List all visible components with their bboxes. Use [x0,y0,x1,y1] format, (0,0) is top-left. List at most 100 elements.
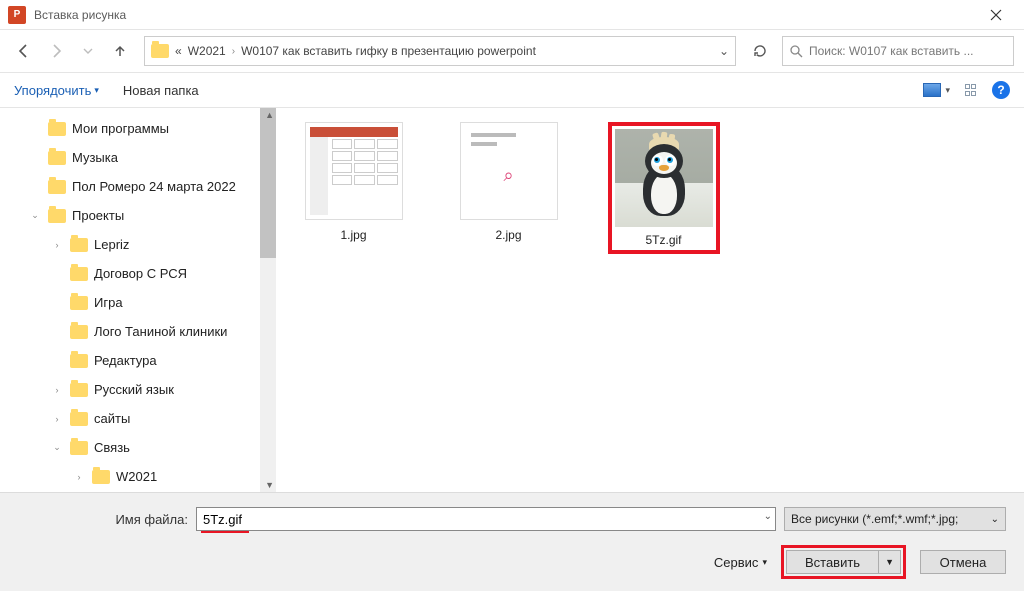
tree-item-label: Проекты [72,208,124,223]
help-button[interactable]: ? [992,81,1010,99]
search-icon [789,44,803,58]
folder-icon [70,238,88,252]
file-item[interactable]: ⌕ 2.jpg [451,122,566,242]
tree-item[interactable]: Лого Таниной клиники [0,317,276,346]
scrollbar-thumb[interactable] [260,108,276,258]
tree-item-label: Lepriz [94,237,129,252]
tree-item-label: Договор С РСЯ [94,266,187,281]
chevron-right-icon[interactable]: › [50,240,64,250]
folder-icon [48,122,66,136]
tree-item-label: Игра [94,295,123,310]
tree-item[interactable]: Редактура [0,346,276,375]
preview-pane-button[interactable] [964,83,978,97]
file-label: 2.jpg [495,228,521,242]
forward-button[interactable] [42,37,70,65]
chevron-down-icon: ⌄ [991,514,999,525]
footer: Имя файла: ⌄ Все рисунки (*.emf;*.wmf;*.… [0,492,1024,591]
chevron-right-icon[interactable]: › [50,385,64,395]
tree-item-label: Связь [94,440,130,455]
filename-label: Имя файла: [18,512,188,527]
tree-item-label: Русский язык [94,382,174,397]
search-placeholder: Поиск: W0107 как вставить ... [809,44,973,58]
file-item[interactable]: 1.jpg [296,122,411,242]
tree-item[interactable]: › W2021 [0,462,276,491]
chevron-down-icon: ▾ [945,85,950,96]
navbar: « W2021 › W0107 как вставить гифку в пре… [0,30,1024,72]
tree-item[interactable]: Мои программы [0,114,276,143]
magnifier-icon: ⌕ [503,165,513,186]
folder-icon [70,383,88,397]
file-label: 1.jpg [340,228,366,242]
chevron-right-icon[interactable]: › [50,414,64,424]
breadcrumb-seg2[interactable]: W0107 как вставить гифку в презентацию p… [241,44,536,58]
scrollbar[interactable]: ▲ ▼ [260,108,276,492]
app-icon: P [8,6,26,24]
file-thumbnail [305,122,403,220]
folder-icon [70,441,88,455]
tree-item[interactable]: Игра [0,288,276,317]
highlight-underline [201,531,249,533]
toolbar: Упорядочить▾ Новая папка ▾ ? [0,72,1024,108]
tree-item[interactable]: ⌄ Связь [0,433,276,462]
folder-icon [70,412,88,426]
folder-icon [70,354,88,368]
up-button[interactable] [106,37,134,65]
folder-icon [151,44,169,58]
back-button[interactable] [10,37,38,65]
chevron-right-icon: › [232,46,235,57]
tree-item-label: W2021 [116,469,157,484]
chevron-down-icon[interactable]: ⌄ [719,44,729,58]
folder-icon [48,180,66,194]
tree-item[interactable]: ⌄ Проекты [0,201,276,230]
folder-icon [92,470,110,484]
refresh-button[interactable] [746,37,774,65]
tree-item[interactable]: Договор С РСЯ [0,259,276,288]
tree-item[interactable]: Музыка [0,143,276,172]
folder-icon [70,325,88,339]
cancel-button[interactable]: Отмена [920,550,1006,574]
chevron-right-icon[interactable]: › [72,472,86,482]
tree-item-label: Пол Ромеро 24 марта 2022 [72,179,236,194]
insert-dropdown[interactable]: ▼ [878,550,901,574]
window-title: Вставка рисунка [34,8,976,22]
tree-item[interactable]: › Русский язык [0,375,276,404]
insert-button[interactable]: Вставить [786,550,878,574]
titlebar: P Вставка рисунка [0,0,1024,30]
tree-item-label: Мои программы [72,121,169,136]
folder-tree[interactable]: Мои программы Музыка Пол Ромеро 24 марта 2… [0,108,276,492]
chevron-down-icon: ▾ [762,557,767,568]
main-area: Мои программы Музыка Пол Ромеро 24 марта 2… [0,108,1024,492]
chevron-down-icon[interactable]: ⌄ [764,511,772,522]
filename-input[interactable] [196,507,776,531]
tools-menu[interactable]: Сервис▾ [714,555,767,570]
chevron-down-icon[interactable]: ⌄ [28,210,42,221]
tree-item[interactable]: › Lepriz [0,230,276,259]
breadcrumb-prefix: « [175,44,182,58]
tree-item[interactable]: › сайты [0,404,276,433]
organize-menu[interactable]: Упорядочить▾ [14,83,99,98]
chevron-down-icon[interactable]: ⌄ [50,442,64,453]
tree-item-label: сайты [94,411,130,426]
chevron-down-icon: ▾ [94,85,99,96]
breadcrumb[interactable]: « W2021 › W0107 как вставить гифку в пре… [144,36,736,66]
folder-icon [48,209,66,223]
breadcrumb-seg1[interactable]: W2021 [188,44,226,58]
file-item[interactable]: 5Tz.gif [606,122,721,254]
close-button[interactable] [976,0,1016,30]
folder-icon [70,267,88,281]
insert-button-highlight: Вставить ▼ [781,545,906,579]
new-folder-button[interactable]: Новая папка [123,83,199,98]
search-input[interactable]: Поиск: W0107 как вставить ... [782,36,1014,66]
tree-item[interactable]: Пол Ромеро 24 марта 2022 [0,172,276,201]
tree-item-label: Музыка [72,150,118,165]
file-grid[interactable]: 1.jpg ⌕ 2.jpg 5Tz.gif [276,108,1024,492]
tree-item-label: Редактура [94,353,157,368]
file-label: 5Tz.gif [645,233,681,247]
view-mode-button[interactable]: ▾ [923,83,950,97]
folder-icon [70,296,88,310]
filter-label: Все рисунки (*.emf;*.wmf;*.jpg; [791,512,958,526]
tree-item-label: Лого Таниной клиники [94,324,227,339]
file-thumbnail [615,129,713,227]
recent-dropdown[interactable] [74,37,102,65]
file-type-filter[interactable]: Все рисунки (*.emf;*.wmf;*.jpg; ⌄ [784,507,1006,531]
